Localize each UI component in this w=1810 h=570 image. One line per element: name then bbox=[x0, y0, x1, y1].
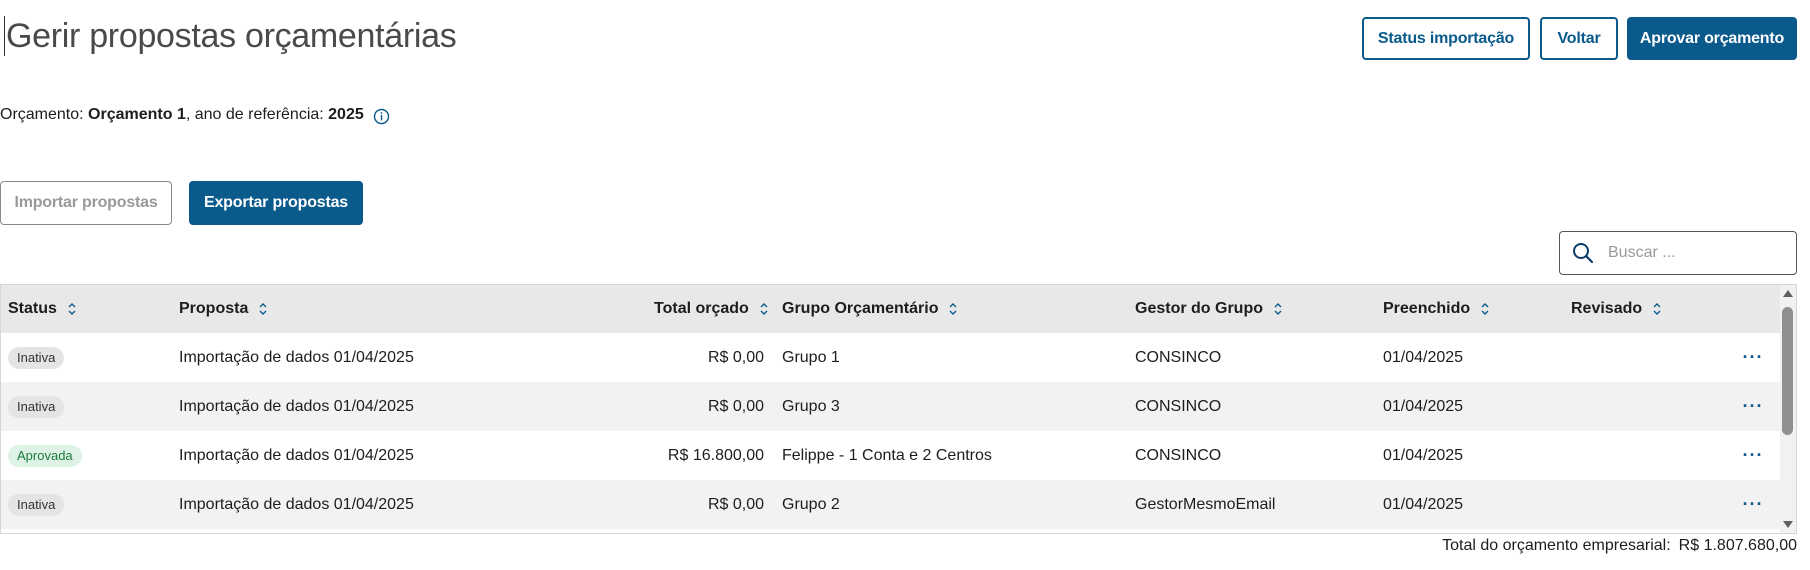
budget-group: Felippe - 1 Conta e 2 Centros bbox=[782, 446, 992, 464]
column-header-label: Revisado bbox=[1571, 300, 1643, 317]
page-title: Gerir propostas orçamentárias bbox=[6, 17, 457, 55]
column-header-label: Grupo Orçamentário bbox=[782, 300, 939, 317]
sort-icon[interactable] bbox=[1273, 301, 1283, 317]
search-icon bbox=[1573, 243, 1594, 264]
column-header-preenchido[interactable]: Preenchido bbox=[1383, 285, 1490, 333]
filled-date: 01/04/2025 bbox=[1383, 446, 1464, 464]
budget-group: Grupo 1 bbox=[782, 348, 840, 366]
column-header-gestor[interactable]: Gestor do Grupo bbox=[1135, 285, 1283, 333]
column-header-label: Gestor do Grupo bbox=[1135, 300, 1263, 317]
sort-icon[interactable] bbox=[1652, 301, 1662, 317]
total-budget: R$ 0,00 bbox=[707, 348, 764, 366]
budget-reference: Orçamento: Orçamento 1, ano de referênci… bbox=[0, 106, 364, 124]
sort-icon[interactable] bbox=[258, 301, 268, 317]
group-manager: CONSINCO bbox=[1135, 348, 1222, 366]
more-options-icon[interactable]: ··· bbox=[1741, 382, 1765, 431]
total-value: R$ 1.807.680,00 bbox=[1678, 537, 1797, 554]
more-options-icon[interactable]: ··· bbox=[1741, 431, 1765, 480]
status-badge: Inativa bbox=[8, 395, 65, 418]
proposal-name: Importação de dados 01/04/2025 bbox=[179, 495, 414, 513]
sort-icon[interactable] bbox=[67, 301, 77, 317]
scroll-down-arrow-icon[interactable] bbox=[1783, 521, 1793, 528]
proposal-name: Importação de dados 01/04/2025 bbox=[179, 446, 414, 464]
column-header-label: Total orçado bbox=[654, 300, 749, 317]
scrollbar-thumb[interactable] bbox=[1782, 307, 1793, 435]
enterprise-budget-total: Total do orçamento empresarial: R$ 1.807.… bbox=[1442, 537, 1797, 555]
column-header-label: Status bbox=[8, 300, 57, 317]
table-row[interactable]: Inativa Importação de dados 01/04/2025 R… bbox=[1, 480, 1780, 529]
column-header-status[interactable]: Status bbox=[8, 285, 77, 333]
table-row[interactable]: Inativa Importação de dados 01/04/2025 R… bbox=[1, 333, 1780, 382]
budget-group: Grupo 3 bbox=[782, 397, 840, 415]
info-circle-icon[interactable] bbox=[373, 108, 390, 125]
column-header-label: Proposta bbox=[179, 300, 249, 317]
table-header: Status Proposta Total orçado Grupo Orçam… bbox=[1, 285, 1780, 333]
back-button[interactable]: Voltar bbox=[1540, 17, 1618, 60]
sort-icon[interactable] bbox=[1480, 301, 1490, 317]
status-badge: Inativa bbox=[8, 493, 65, 516]
budget-group: Grupo 2 bbox=[782, 495, 840, 513]
table-row[interactable]: Aprovada Importação de dados 01/04/2025 … bbox=[1, 431, 1780, 480]
proposals-table: Status Proposta Total orçado Grupo Orçam… bbox=[0, 284, 1797, 534]
budget-name: Orçamento 1 bbox=[88, 106, 186, 123]
text-cursor bbox=[4, 16, 5, 56]
column-header-proposta[interactable]: Proposta bbox=[179, 285, 268, 333]
filled-date: 01/04/2025 bbox=[1383, 348, 1464, 366]
budget-prefix: Orçamento: bbox=[0, 106, 89, 123]
column-header-label: Preenchido bbox=[1383, 300, 1471, 317]
vertical-scrollbar[interactable] bbox=[1780, 285, 1796, 533]
proposal-name: Importação de dados 01/04/2025 bbox=[179, 397, 414, 415]
sort-icon[interactable] bbox=[948, 301, 958, 317]
status-badge: Inativa bbox=[8, 346, 65, 369]
table-row[interactable]: Inativa Importação de dados 01/04/2025 R… bbox=[1, 382, 1780, 431]
total-label: Total do orçamento empresarial: bbox=[1442, 537, 1671, 554]
scroll-up-arrow-icon[interactable] bbox=[1783, 290, 1793, 297]
filled-date: 01/04/2025 bbox=[1383, 397, 1464, 415]
budget-year: 2025 bbox=[328, 106, 364, 123]
search-input[interactable] bbox=[1606, 243, 1790, 263]
proposal-name: Importação de dados 01/04/2025 bbox=[179, 348, 414, 366]
total-budget: R$ 0,00 bbox=[707, 397, 764, 415]
more-options-icon[interactable]: ··· bbox=[1741, 333, 1765, 382]
status-import-button[interactable]: Status importação bbox=[1362, 17, 1530, 60]
sort-icon[interactable] bbox=[759, 301, 769, 317]
export-proposals-button[interactable]: Exportar propostas bbox=[189, 181, 363, 225]
status-badge: Aprovada bbox=[8, 444, 82, 467]
more-options-icon[interactable]: ··· bbox=[1741, 480, 1765, 529]
total-budget: R$ 16.800,00 bbox=[667, 446, 764, 464]
column-header-total[interactable]: Total orçado bbox=[654, 285, 769, 333]
approve-budget-button[interactable]: Aprovar orçamento bbox=[1627, 17, 1797, 60]
group-manager: GestorMesmoEmail bbox=[1135, 495, 1276, 513]
import-proposals-button[interactable]: Importar propostas bbox=[0, 181, 172, 225]
filled-date: 01/04/2025 bbox=[1383, 495, 1464, 513]
column-header-grupo[interactable]: Grupo Orçamentário bbox=[782, 285, 958, 333]
column-header-revisado[interactable]: Revisado bbox=[1571, 285, 1662, 333]
group-manager: CONSINCO bbox=[1135, 397, 1222, 415]
group-manager: CONSINCO bbox=[1135, 446, 1222, 464]
total-budget: R$ 0,00 bbox=[707, 495, 764, 513]
search-box[interactable] bbox=[1559, 231, 1797, 275]
budget-middle: , ano de referência: bbox=[185, 106, 329, 123]
